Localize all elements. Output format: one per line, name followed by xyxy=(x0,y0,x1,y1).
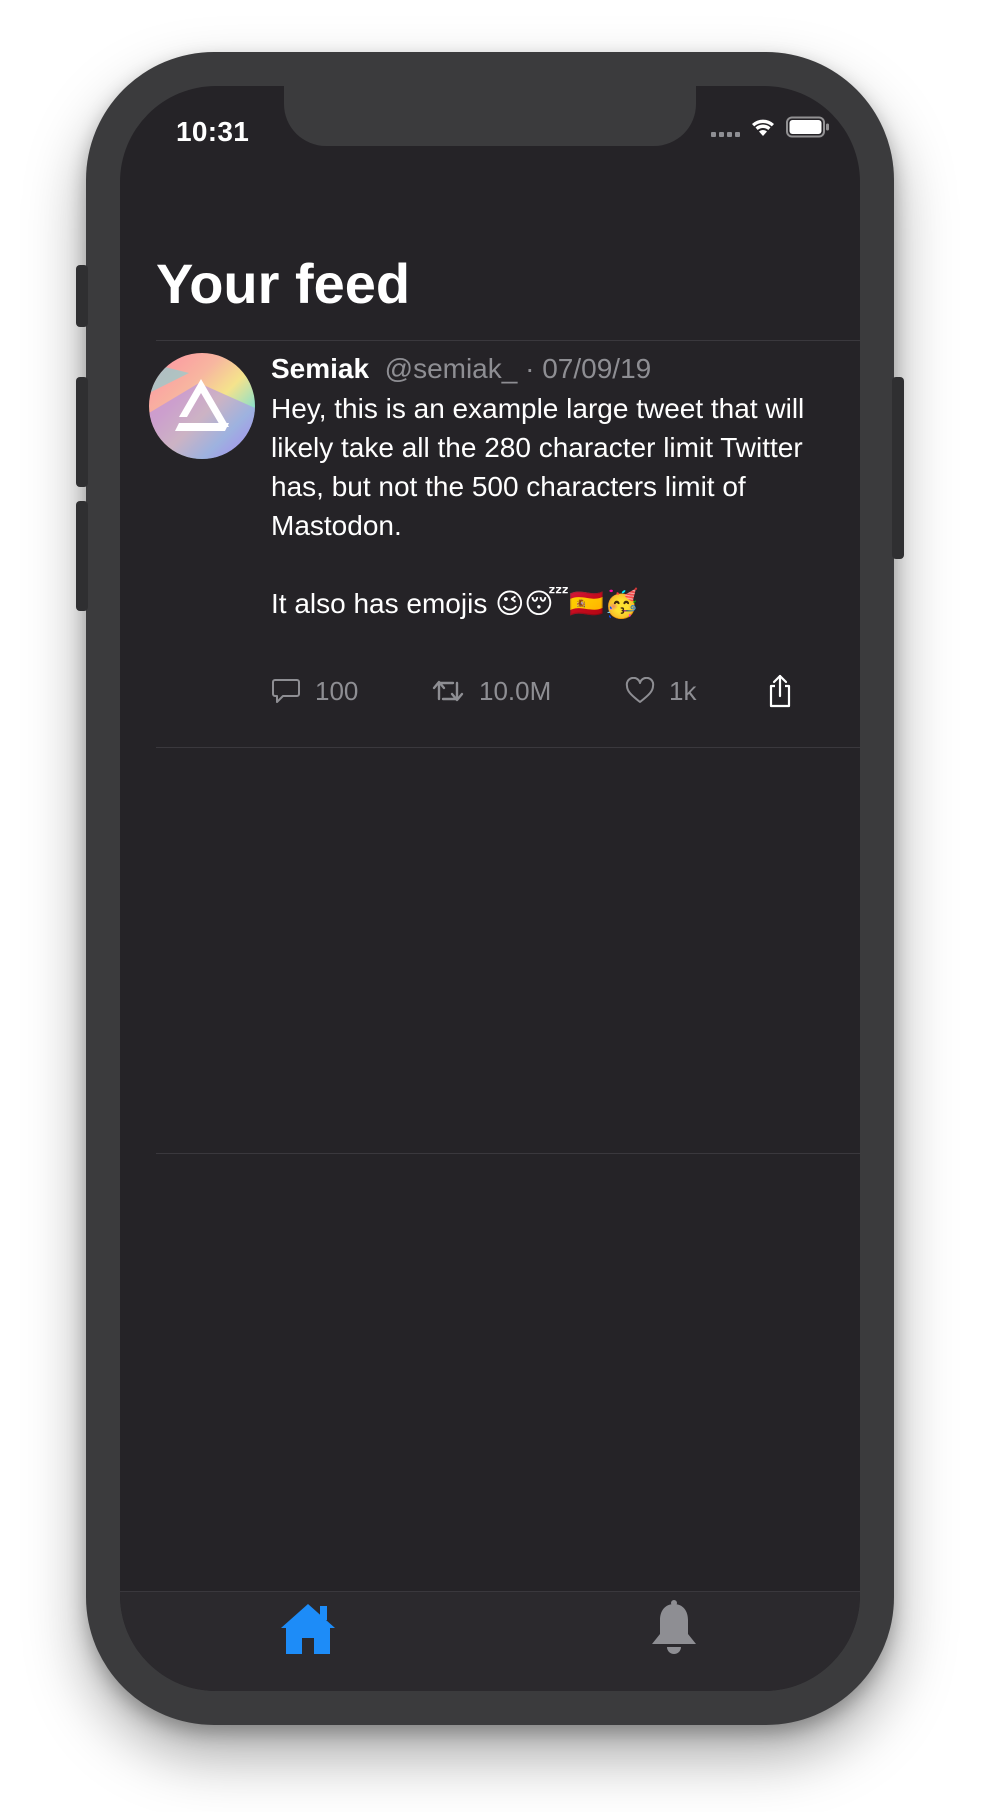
cell-divider xyxy=(156,1153,860,1154)
home-icon xyxy=(281,1604,335,1654)
avatar[interactable] xyxy=(149,353,255,459)
like-count: 1k xyxy=(669,675,697,706)
like-button[interactable]: 1k xyxy=(625,671,696,711)
bell-icon xyxy=(652,1600,696,1654)
tab-home[interactable] xyxy=(276,1596,340,1660)
screen: 10:31 Your feed Semiak @semiak_ · 07/09/… xyxy=(120,86,860,1691)
cell-divider xyxy=(156,747,860,748)
tweet-text-paragraph: Hey, this is an example large tweet that… xyxy=(271,393,805,541)
tweet-text-paragraph: It also has emojis 😉😴🇪🇸🥳 xyxy=(271,588,639,619)
author-handle: @semiak_ xyxy=(384,353,518,384)
retweet-icon xyxy=(432,680,464,702)
share-icon xyxy=(769,674,791,708)
phone-frame: 10:31 Your feed Semiak @semiak_ · 07/09/… xyxy=(76,52,904,1725)
reply-button[interactable]: 100 xyxy=(271,671,358,711)
power-button xyxy=(892,377,904,559)
tweet-actions: 100 10.0M 1k xyxy=(271,671,831,711)
stage: 10:31 Your feed Semiak @semiak_ · 07/09/… xyxy=(0,0,982,1812)
tweet-cell[interactable]: Semiak @semiak_ · 07/09/19 Hey, this is … xyxy=(120,341,860,746)
heart-icon xyxy=(625,677,655,703)
status-time: 10:31 xyxy=(176,116,250,147)
page-title: Your feed xyxy=(156,252,411,315)
share-button[interactable] xyxy=(765,671,795,711)
separator-dot: · xyxy=(525,353,535,384)
volume-down-button xyxy=(76,501,88,611)
status-icons xyxy=(711,116,830,138)
notch xyxy=(284,86,696,146)
reply-count: 100 xyxy=(315,675,359,706)
silent-switch xyxy=(76,265,88,327)
battery-icon xyxy=(786,116,829,138)
tweet-text: Hey, this is an example large tweet that… xyxy=(271,389,841,623)
tab-bar xyxy=(120,1591,860,1691)
author-name[interactable]: Semiak xyxy=(271,353,369,384)
tweet-body: Semiak @semiak_ · 07/09/19 Hey, this is … xyxy=(271,351,841,623)
reply-icon xyxy=(272,679,300,703)
wifi-icon xyxy=(752,119,774,136)
tweet-date: 07/09/19 xyxy=(542,353,652,384)
volume-up-button xyxy=(76,377,88,487)
tab-notifications[interactable] xyxy=(642,1596,706,1660)
retweet-button[interactable]: 10.0M xyxy=(431,671,551,711)
retweet-count: 10.0M xyxy=(479,675,552,706)
cellular-signal-icon xyxy=(711,117,740,137)
tweet-header: Semiak @semiak_ · 07/09/19 xyxy=(271,351,841,387)
